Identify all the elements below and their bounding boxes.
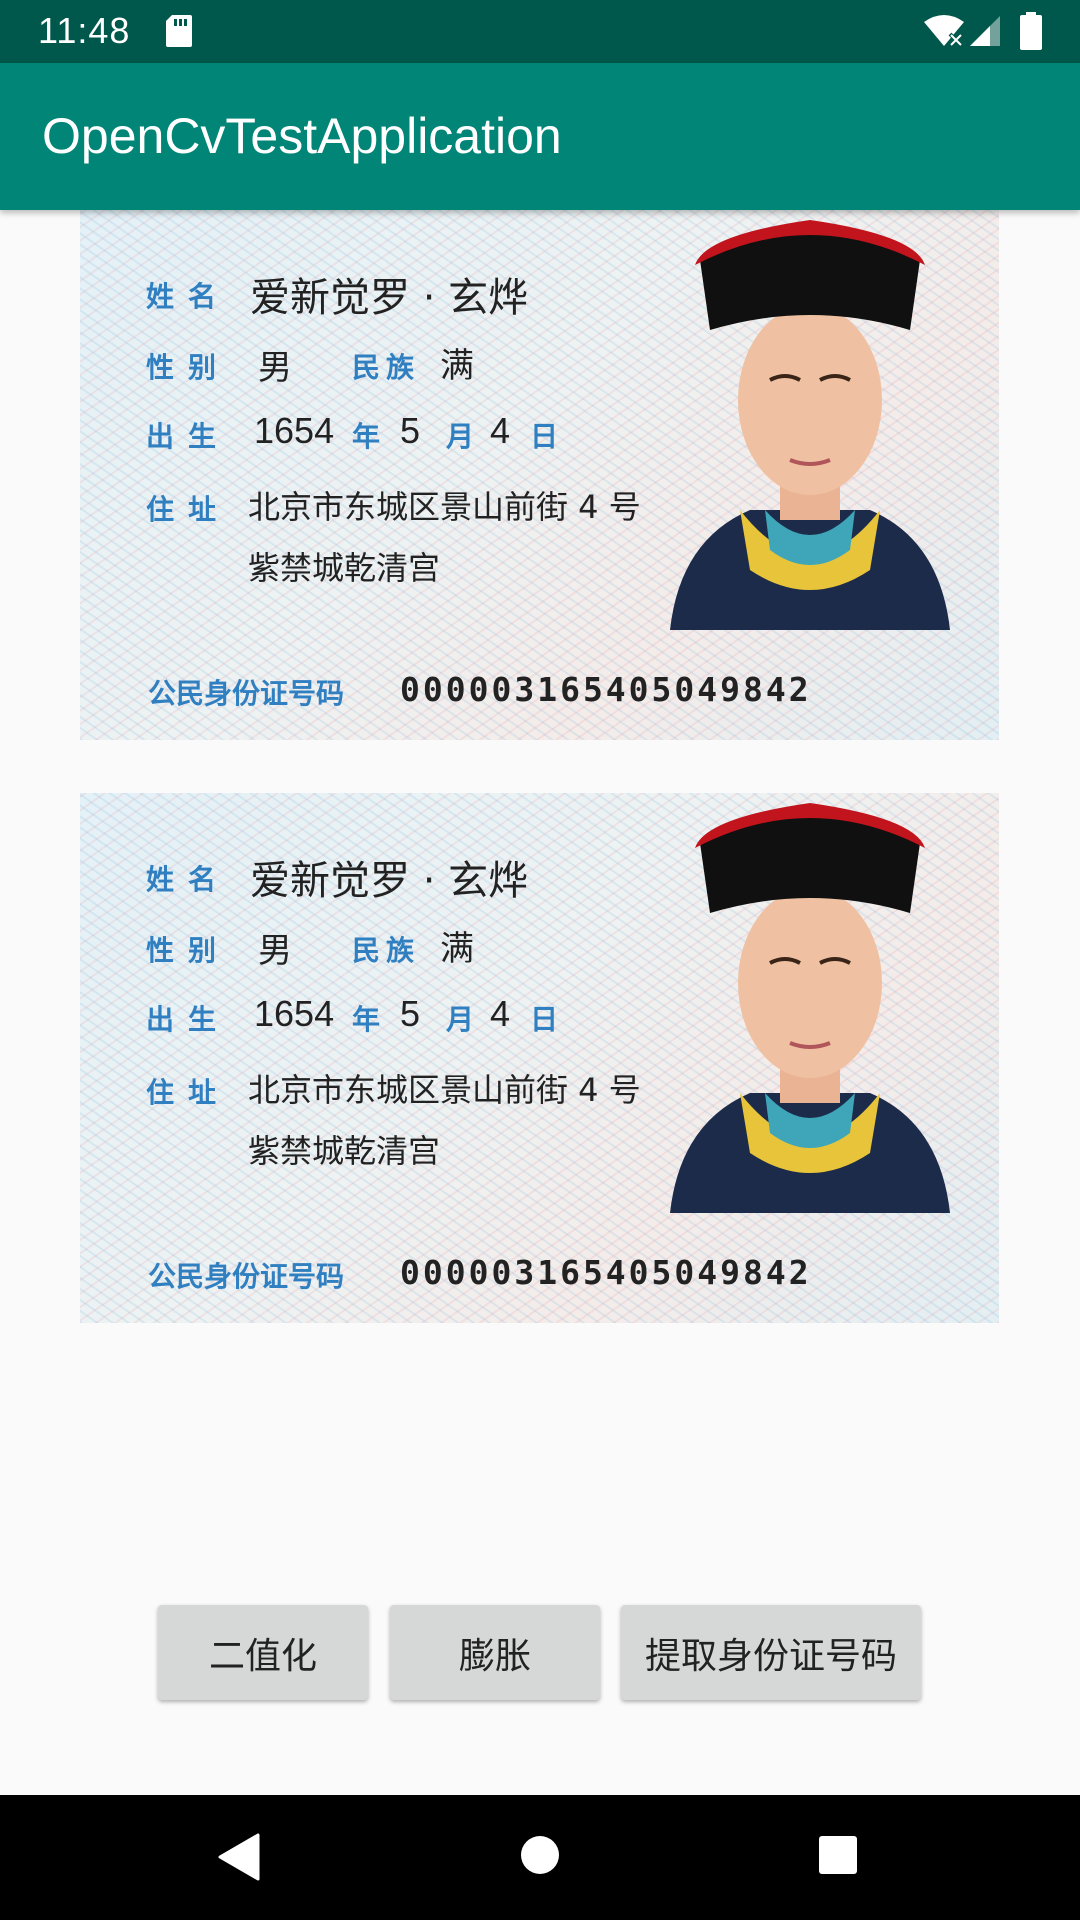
battery-icon bbox=[1020, 12, 1042, 50]
birth-year: 1654 bbox=[254, 410, 335, 451]
sex-value: 男 bbox=[258, 931, 292, 971]
sex-label: 性别 bbox=[146, 351, 231, 384]
back-icon[interactable] bbox=[218, 1833, 260, 1881]
day-unit: 日 bbox=[530, 420, 573, 453]
ethnic-label: 民族 bbox=[352, 934, 421, 967]
status-bar: 11:48 bbox=[0, 0, 1080, 63]
month-unit: 月 bbox=[446, 1003, 489, 1036]
sex-label: 性别 bbox=[146, 934, 231, 967]
address-line-2: 紫禁城乾清宫 bbox=[248, 549, 441, 587]
sd-card-icon bbox=[166, 15, 192, 47]
name-label: 姓名 bbox=[146, 863, 231, 896]
day-unit: 日 bbox=[530, 1003, 573, 1036]
birth-month: 5 bbox=[400, 410, 421, 451]
ethnic-label: 民族 bbox=[352, 351, 421, 384]
binarize-button[interactable]: 二值化 bbox=[158, 1605, 368, 1700]
id-number-value: 000003165405049842 bbox=[400, 1253, 812, 1292]
portrait-image bbox=[670, 220, 950, 630]
portrait-image bbox=[670, 803, 950, 1213]
sex-value: 男 bbox=[258, 348, 292, 388]
id-number-label: 公民身份证号码 bbox=[148, 677, 345, 710]
app-title: OpenCvTestApplication bbox=[42, 108, 562, 164]
birth-day: 4 bbox=[490, 993, 511, 1034]
address-label: 住址 bbox=[146, 1076, 231, 1109]
birth-day: 4 bbox=[490, 410, 511, 451]
year-unit: 年 bbox=[352, 1003, 395, 1036]
birth-label: 出生 bbox=[146, 1003, 231, 1036]
address-line-1: 北京市东城区景山前街 4 号 bbox=[248, 1071, 641, 1109]
address-line-2: 紫禁城乾清宫 bbox=[248, 1132, 441, 1170]
birth-year: 1654 bbox=[254, 993, 335, 1034]
signal-icon bbox=[970, 16, 1000, 46]
ethnic-value: 满 bbox=[440, 929, 474, 969]
name-label: 姓名 bbox=[146, 280, 231, 313]
home-icon[interactable] bbox=[520, 1835, 560, 1875]
name-value: 爱新觉罗 · 玄烨 bbox=[250, 275, 529, 321]
id-card-image-processed: 姓名 爱新觉罗 · 玄烨 性别 男 民族 满 出生 1654 年 5 月 4 日… bbox=[80, 793, 999, 1323]
birth-month: 5 bbox=[400, 993, 421, 1034]
year-unit: 年 bbox=[352, 420, 395, 453]
ethnic-value: 满 bbox=[440, 346, 474, 386]
birth-label: 出生 bbox=[146, 420, 231, 453]
id-number-value: 000003165405049842 bbox=[400, 670, 812, 709]
id-card-image-original: 姓名 爱新觉罗 · 玄烨 性别 男 民族 满 出生 1654 年 5 月 4 日… bbox=[80, 210, 999, 740]
address-label: 住址 bbox=[146, 493, 231, 526]
app-bar: OpenCvTestApplication bbox=[0, 63, 1080, 210]
id-number-label: 公民身份证号码 bbox=[148, 1260, 345, 1293]
navigation-bar bbox=[0, 1795, 1080, 1920]
extract-id-number-button[interactable]: 提取身份证号码 bbox=[621, 1605, 921, 1700]
month-unit: 月 bbox=[446, 420, 489, 453]
recent-apps-icon[interactable] bbox=[818, 1835, 858, 1875]
wifi-icon bbox=[924, 15, 964, 48]
status-time: 11:48 bbox=[38, 10, 131, 51]
address-line-1: 北京市东城区景山前街 4 号 bbox=[248, 488, 641, 526]
name-value: 爱新觉罗 · 玄烨 bbox=[250, 858, 529, 904]
dilate-button[interactable]: 膨胀 bbox=[390, 1605, 600, 1700]
